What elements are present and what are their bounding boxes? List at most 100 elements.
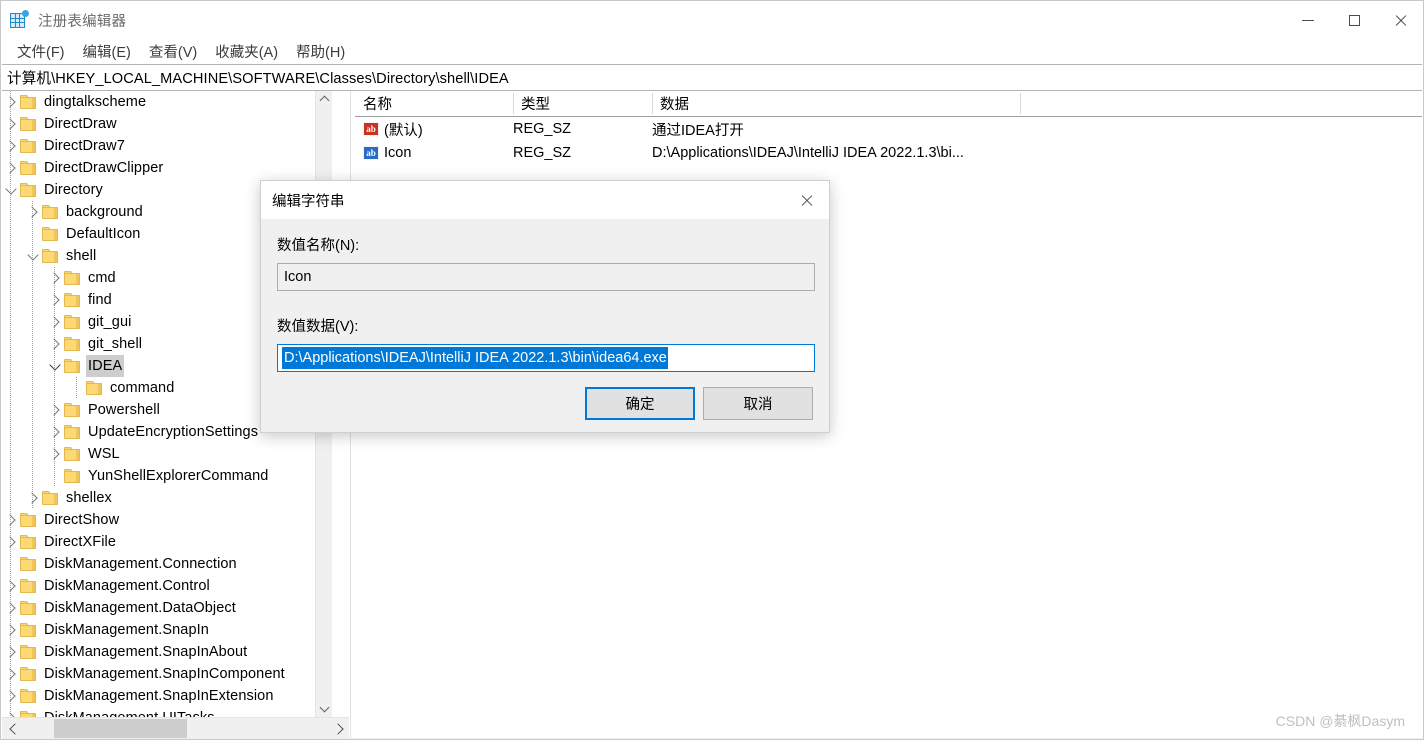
chevron-right-icon[interactable] <box>46 289 64 311</box>
column-header-data[interactable]: 数据 <box>652 91 1020 116</box>
tree-item-diskmanagement-snapin[interactable]: DiskManagement.SnapIn <box>2 619 332 641</box>
tree-item-wsl[interactable]: WSL <box>2 443 332 465</box>
menu-bar: 文件(F) 编辑(E) 查看(V) 收藏夹(A) 帮助(H) <box>1 39 1423 63</box>
tree-item-dingtalkscheme[interactable]: dingtalkscheme <box>2 91 332 113</box>
address-bar[interactable]: 计算机\HKEY_LOCAL_MACHINE\SOFTWARE\Classes\… <box>2 64 1422 91</box>
tree-item-label: DiskManagement.SnapIn <box>44 622 209 638</box>
cancel-button[interactable]: 取消 <box>703 387 813 420</box>
value-row[interactable]: ab Icon REG_SZ D:\Applications\IDEAJ\Intell… <box>355 141 1422 165</box>
ok-button[interactable]: 确定 <box>585 387 695 420</box>
menu-item-help[interactable]: 帮助(H) <box>289 40 352 63</box>
chevron-right-icon[interactable] <box>2 685 20 707</box>
scroll-right-button[interactable] <box>328 718 349 739</box>
minimize-button[interactable] <box>1285 1 1331 39</box>
folder-icon <box>42 491 58 505</box>
value-row[interactable]: ab (默认) REG_SZ 通过IDEA打开 <box>355 117 1422 141</box>
tree-item-diskmanagement-snapinabout[interactable]: DiskManagement.SnapInAbout <box>2 641 332 663</box>
chevron-right-icon[interactable] <box>46 333 64 355</box>
folder-icon <box>42 227 58 241</box>
tree-item-shellex[interactable]: shellex <box>2 487 332 509</box>
column-header-name[interactable]: 名称 <box>355 91 513 116</box>
folder-icon <box>20 623 36 637</box>
chevron-right-icon[interactable] <box>2 707 20 717</box>
chevron-right-icon[interactable] <box>24 487 42 509</box>
tree-item-directshow[interactable]: DirectShow <box>2 509 332 531</box>
chevron-right-icon[interactable] <box>2 531 20 553</box>
value-type-cell: REG_SZ <box>513 121 572 137</box>
tree-item-directdraw[interactable]: DirectDraw <box>2 113 332 135</box>
value-name-cell: ab (默认) <box>363 117 423 141</box>
tree-item-label: DiskManagement.DataObject <box>44 600 236 616</box>
tree-guide-line <box>10 201 11 223</box>
folder-icon <box>64 359 80 373</box>
tree-horizontal-scrollbar[interactable] <box>2 717 349 739</box>
chevron-right-icon[interactable] <box>24 201 42 223</box>
scroll-up-button[interactable] <box>316 91 333 108</box>
maximize-button[interactable] <box>1331 1 1377 39</box>
tree-guide-line <box>10 399 11 421</box>
folder-icon <box>20 557 36 571</box>
chevron-down-icon[interactable] <box>2 179 20 201</box>
tree-item-diskmanagement-dataobject[interactable]: DiskManagement.DataObject <box>2 597 332 619</box>
scroll-left-button[interactable] <box>2 718 24 739</box>
tree-guide-line <box>10 377 11 399</box>
tree-guide-line <box>32 311 33 333</box>
tree-guide-line <box>76 377 77 399</box>
chevron-right-icon[interactable] <box>46 443 64 465</box>
chevron-right-icon[interactable] <box>2 641 20 663</box>
chevron-right-icon[interactable] <box>2 663 20 685</box>
scroll-down-button[interactable] <box>316 700 333 717</box>
folder-icon <box>20 689 36 703</box>
tree-item-directdraw7[interactable]: DirectDraw7 <box>2 135 332 157</box>
tree-item-diskmanagement-connection[interactable]: DiskManagement.Connection <box>2 553 332 575</box>
chevron-right-icon[interactable] <box>2 157 20 179</box>
tree-item-directdrawclipper[interactable]: DirectDrawClipper <box>2 157 332 179</box>
chevron-right-icon[interactable] <box>2 575 20 597</box>
horizontal-scroll-thumb[interactable] <box>54 719 187 739</box>
tree-item-label: shell <box>66 248 97 264</box>
tree-item-diskmanagement-uitasks[interactable]: DiskManagement.UITasks <box>2 707 332 717</box>
folder-icon <box>20 645 36 659</box>
tree-guide-line <box>32 421 33 443</box>
column-divider-3[interactable] <box>1020 93 1021 114</box>
chevron-right-icon[interactable] <box>46 399 64 421</box>
value-data-input[interactable]: D:\Applications\IDEAJ\IntelliJ IDEA 2022… <box>277 344 815 372</box>
chevron-right-icon[interactable] <box>2 91 20 113</box>
tree-item-diskmanagement-snapinextension[interactable]: DiskManagement.SnapInExtension <box>2 685 332 707</box>
chevron-right-icon[interactable] <box>2 113 20 135</box>
tree-item-diskmanagement-snapincomponent[interactable]: DiskManagement.SnapInComponent <box>2 663 332 685</box>
tree-guide-line <box>32 465 33 487</box>
tree-item-yunshellexplorercommand[interactable]: YunShellExplorerCommand <box>2 465 332 487</box>
value-name-input[interactable] <box>277 263 815 291</box>
chevron-right-icon[interactable] <box>2 597 20 619</box>
dialog-close-button[interactable] <box>783 181 829 219</box>
chevron-right-icon[interactable] <box>46 311 64 333</box>
tree-guide-line <box>10 333 11 355</box>
tree-guide-line <box>32 223 33 245</box>
close-button[interactable] <box>1377 1 1423 39</box>
menu-item-edit[interactable]: 编辑(E) <box>76 40 138 63</box>
chevron-right-icon[interactable] <box>46 267 64 289</box>
tree-item-directxfile[interactable]: DirectXFile <box>2 531 332 553</box>
chevron-right-icon[interactable] <box>2 135 20 157</box>
chevron-down-icon[interactable] <box>24 245 42 267</box>
tree-item-diskmanagement-control[interactable]: DiskManagement.Control <box>2 575 332 597</box>
folder-icon <box>20 667 36 681</box>
menu-item-view[interactable]: 查看(V) <box>142 40 204 63</box>
chevron-right-icon[interactable] <box>46 421 64 443</box>
chevron-right-icon[interactable] <box>2 509 20 531</box>
chevron-down-icon[interactable] <box>46 355 64 377</box>
value-name-text: Icon <box>384 145 412 161</box>
folder-icon <box>64 425 80 439</box>
string-value-icon: ab <box>363 122 379 136</box>
chevron-right-icon[interactable] <box>2 619 20 641</box>
folder-icon <box>64 337 80 351</box>
tree-guide-line <box>32 443 33 465</box>
tree-leaf-marker <box>46 465 64 487</box>
column-header-type[interactable]: 类型 <box>513 91 652 116</box>
window-title: 注册表编辑器 <box>38 13 127 30</box>
tree-guide-line <box>10 465 11 487</box>
menu-item-file[interactable]: 文件(F) <box>10 40 72 63</box>
menu-item-favorites[interactable]: 收藏夹(A) <box>208 40 285 63</box>
tree-guide-line <box>10 223 11 245</box>
